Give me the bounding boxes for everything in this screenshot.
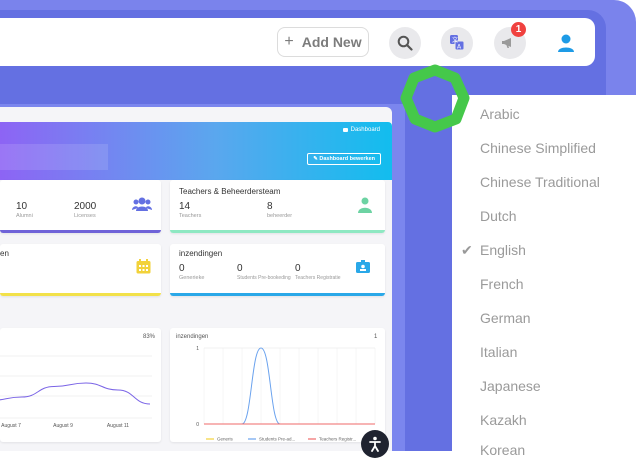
inzendingen-chart-card: inzendingen 1 1 0 Generis Students Pre-ad..… [170, 328, 385, 442]
hero-box [0, 144, 108, 170]
translate-button[interactable]: 文 A [441, 27, 473, 59]
accessibility-button[interactable] [361, 430, 389, 458]
series-line [203, 347, 375, 425]
language-option[interactable]: Chinese Traditional [480, 174, 600, 190]
language-option[interactable]: Chinese Simplified [480, 140, 596, 156]
dashboard-hero: Dashboard ✎ Dashboard bewerken [0, 122, 392, 180]
teachers-card-title: Teachers & Beheerdersteam [179, 187, 281, 196]
left-chart-card: 83% August 7 August 9 August 11 [0, 328, 161, 442]
id-card-icon [356, 260, 370, 273]
inzendingen-card-title: inzendingen [179, 249, 223, 258]
card-accent [170, 293, 385, 296]
dashboard-panel: Dashboard ✎ Dashboard bewerken 10 Alumni… [0, 107, 392, 451]
legend-label: Teachers Registr... [319, 437, 356, 442]
x-tick-label: August 11 [107, 423, 129, 429]
user-icon [558, 34, 574, 52]
inzendingen-card: inzendingen 0 Generieke 0 Students Pre-b… [170, 244, 385, 296]
card-accent [170, 230, 385, 233]
card-accent [0, 293, 161, 296]
language-option[interactable]: Italian [480, 344, 517, 360]
teachers-registratie-value: 0 [295, 263, 301, 274]
translate-icon: 文 A [450, 35, 465, 51]
language-option[interactable]: Korean [480, 442, 525, 458]
top-bar: + Add New 文 A 1 [0, 18, 595, 66]
language-option-selected[interactable]: ✔ English [461, 242, 526, 258]
edit-dashboard-label: Dashboard bewerken [319, 156, 375, 162]
edit-dashboard-button[interactable]: ✎ Dashboard bewerken [307, 153, 381, 165]
left-line-chart: August 7 August 9 August 11 [0, 355, 152, 429]
language-option[interactable]: German [480, 310, 531, 326]
teachers-registratie-label: Teachers Registratie [295, 275, 341, 281]
search-button[interactable] [389, 27, 421, 59]
language-option[interactable]: Kazakh [480, 412, 527, 428]
check-icon: ✔ [461, 242, 473, 258]
language-dropdown: Arabic Chinese Simplified Chinese Tradit… [452, 95, 636, 458]
alumni-licenses-card: 10 Alumni 2000 Licenses [0, 180, 161, 233]
person-icon [358, 197, 372, 213]
add-new-button[interactable]: + Add New [277, 27, 369, 57]
y-tick-label: 1 [196, 346, 199, 352]
teachers-value: 14 [179, 201, 191, 212]
hero-title: Dashboard [342, 127, 380, 133]
legend-label: Students Pre-ad... [259, 437, 295, 442]
inzendingen-chart-count: 1 [374, 334, 378, 340]
card-accent [0, 230, 161, 233]
inzendingen-line-chart: 1 0 Generis Students Pre-ad... Teachers Regi… [196, 346, 376, 442]
x-tick-label: August 7 [1, 423, 21, 429]
alumni-label: Alumni [16, 213, 33, 219]
alumni-value: 10 [16, 201, 28, 212]
teachers-card: Teachers & Beheerdersteam 14 Teachers 8 … [170, 180, 385, 233]
licenses-value: 2000 [74, 201, 97, 212]
x-tick-label: August 9 [53, 423, 73, 429]
beheerder-label: beheerder [267, 213, 293, 219]
language-option[interactable]: Japanese [480, 378, 541, 394]
generieke-label: Generieke [179, 275, 205, 281]
video-icon [342, 128, 348, 132]
language-option[interactable]: Arabic [480, 106, 520, 122]
left-card-2-title: en [0, 249, 9, 258]
left-card-2: en [0, 244, 161, 296]
language-option[interactable]: Dutch [480, 208, 517, 224]
cursor-highlight-icon [400, 64, 470, 133]
dashboard-frame: Dashboard ✎ Dashboard bewerken 10 Alumni… [0, 104, 405, 451]
users-icon [132, 197, 152, 211]
language-option[interactable]: French [480, 276, 524, 292]
accessibility-icon [369, 436, 381, 452]
licenses-label: Licenses [74, 213, 96, 219]
legend-label: Generis [217, 437, 234, 442]
generieke-value: 0 [179, 263, 185, 274]
notification-badge: 1 [511, 22, 526, 37]
plus-icon: + [284, 33, 294, 50]
beheerder-value: 8 [267, 201, 273, 212]
user-avatar[interactable] [556, 33, 576, 53]
inzendingen-chart-title: inzendingen [176, 334, 209, 340]
students-label: Students Pre-bookeding [237, 275, 291, 281]
search-icon [397, 35, 413, 51]
teachers-label: Teachers [179, 213, 202, 219]
left-chart-percent: 83% [143, 334, 156, 340]
calendar-icon [136, 259, 151, 274]
students-value: 0 [237, 263, 243, 274]
y-tick-label: 0 [196, 422, 199, 428]
announcement-button[interactable]: 1 [494, 22, 526, 59]
hero-title-text: Dashboard [350, 127, 380, 133]
add-new-label: Add New [301, 34, 362, 50]
language-option-label: English [480, 242, 526, 258]
series-line [0, 382, 151, 405]
